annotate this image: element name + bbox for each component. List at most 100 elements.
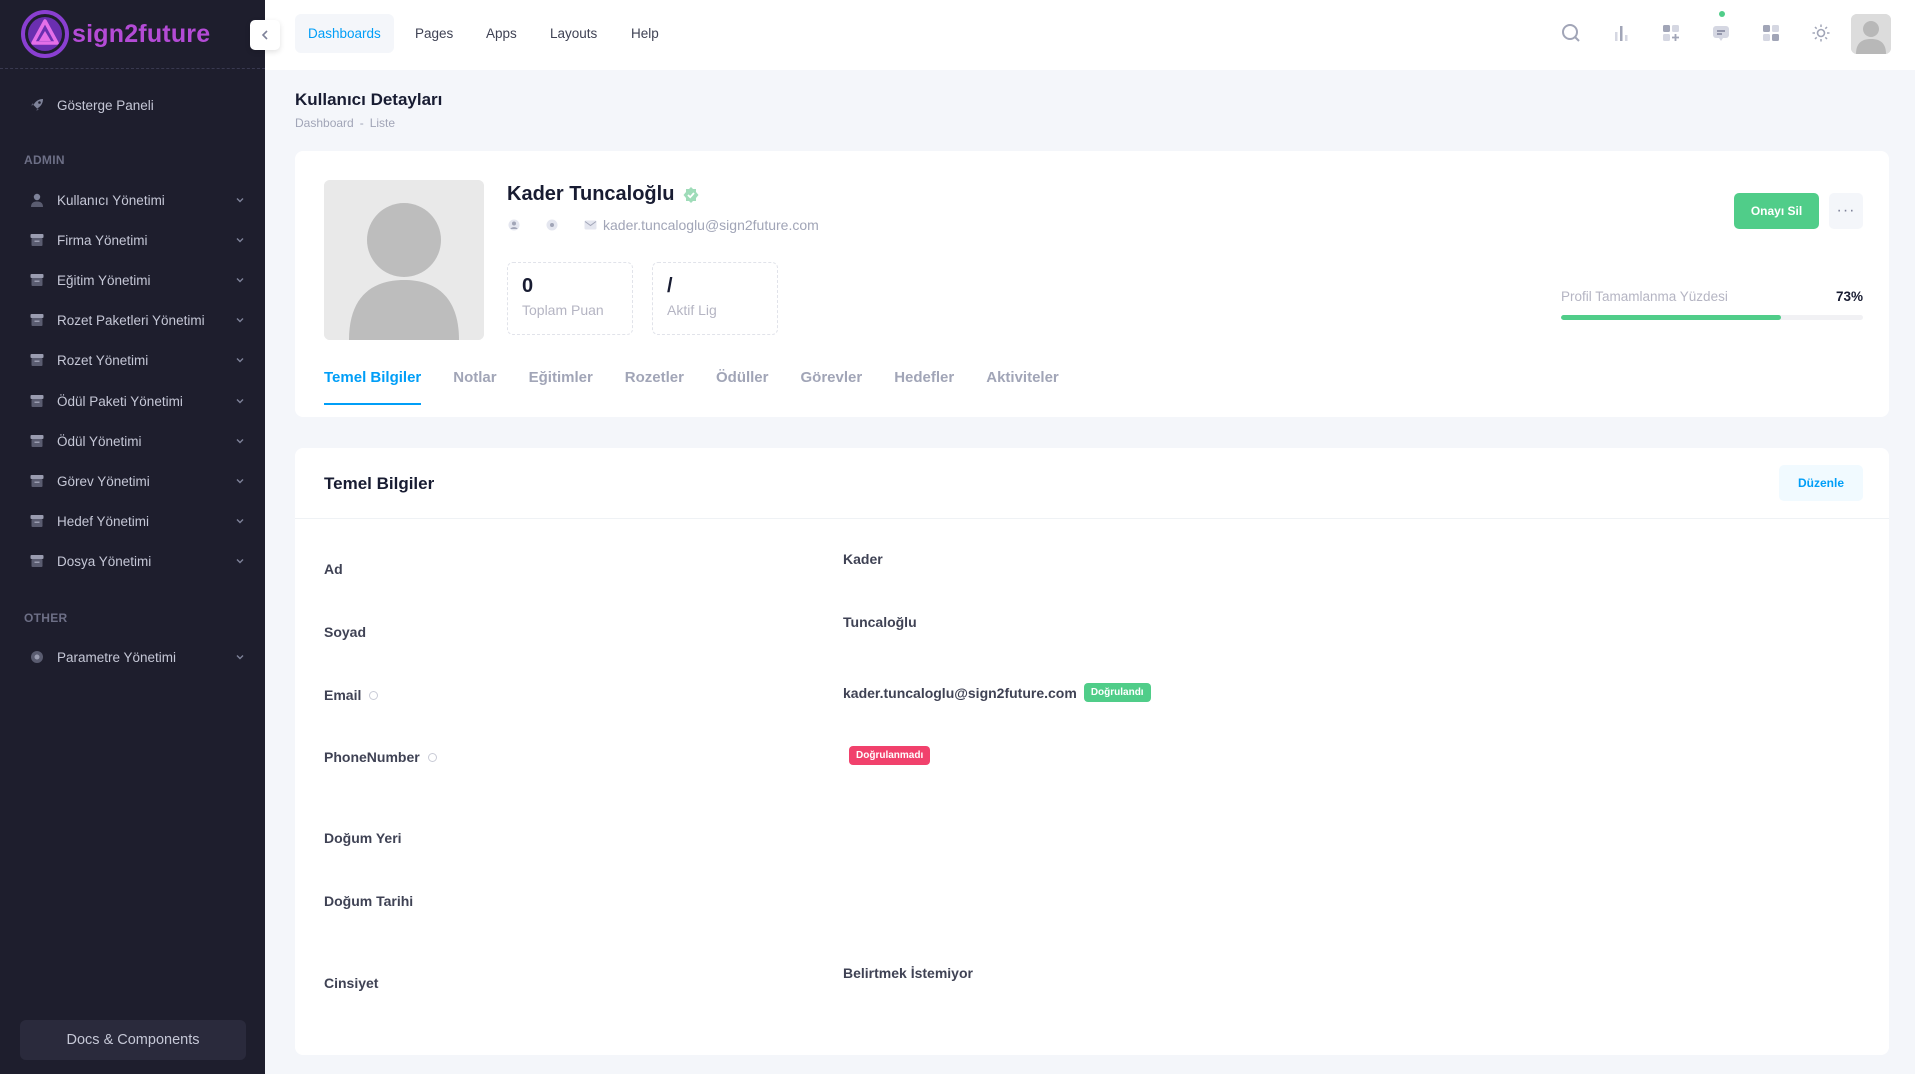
tab-3[interactable]: Rozetler — [625, 369, 684, 404]
tab-5[interactable]: Görevler — [801, 369, 863, 404]
sidebar-item-label: Eğitim Yönetimi — [57, 272, 151, 288]
user-avatar[interactable] — [1851, 14, 1891, 54]
page-title: Kullanıcı Detayları — [295, 90, 443, 109]
gear-icon — [28, 648, 46, 666]
apps-grid-icon[interactable] — [1758, 20, 1784, 46]
field-value-phone: Doğrulanmadı — [849, 746, 931, 765]
sidebar-item-label: Görev Yönetimi — [57, 473, 150, 489]
tab-1[interactable]: Notlar — [453, 369, 496, 404]
sidebar-item-6[interactable]: Ödül Paketi Yönetimi — [28, 388, 246, 414]
docs-components-button[interactable]: Docs & Components — [20, 1020, 246, 1060]
sidebar-item-label: Parametre Yönetimi — [57, 649, 177, 665]
brand-logo[interactable]: sign2future — [20, 9, 210, 59]
mail-icon — [583, 218, 597, 232]
sidebar-collapse-button[interactable] — [250, 20, 280, 50]
message-icon[interactable] — [1708, 20, 1734, 46]
stat-value: / — [667, 275, 673, 297]
sidebar-item-8[interactable]: Görev Yönetimi — [28, 468, 246, 494]
field-label-ad: Ad — [324, 561, 343, 577]
sidebar-item-3[interactable]: Eğitim Yönetimi — [28, 267, 246, 293]
breadcrumb-separator: - — [359, 116, 364, 130]
chevron-down-icon — [236, 399, 244, 404]
nav-dashboards[interactable]: Dashboards — [295, 14, 394, 53]
chart-icon[interactable] — [1608, 20, 1634, 46]
sidebar-item-9[interactable]: Hedef Yönetimi — [28, 508, 246, 534]
field-value-text: Tuncaloğlu — [843, 614, 917, 630]
verified-badge: Doğrulandı — [1083, 683, 1151, 702]
nav-apps[interactable]: Apps — [473, 14, 530, 53]
sidebar-item-7[interactable]: Ödül Yönetimi — [28, 428, 246, 454]
profile-avatar — [324, 180, 484, 340]
field-label-email: Email — [324, 687, 379, 703]
sidebar-section-other: OTHER — [24, 611, 68, 625]
sidebar-item-label: Ödül Yönetimi — [57, 433, 142, 449]
nav-layouts[interactable]: Layouts — [537, 14, 610, 53]
details-title: Temel Bilgiler — [324, 474, 435, 493]
stat-label: Toplam Puan — [522, 302, 604, 318]
remove-approval-button[interactable]: Onayı Sil — [1734, 193, 1819, 229]
add-apps-icon[interactable] — [1658, 20, 1684, 46]
tab-6[interactable]: Hedefler — [894, 369, 954, 404]
nav-pages[interactable]: Pages — [402, 14, 466, 53]
details-divider — [295, 518, 1889, 519]
sidebar-item-label: Ödül Paketi Yönetimi — [57, 393, 183, 409]
chevron-down-icon — [236, 238, 244, 243]
sidebar-item-2[interactable]: Firma Yönetimi — [28, 227, 246, 253]
folder-icon — [28, 392, 46, 410]
sidebar-item-label: Dosya Yönetimi — [57, 553, 152, 569]
profile-completion-bar — [1561, 315, 1863, 320]
chevron-down-icon — [236, 358, 244, 363]
chevron-down-icon — [236, 655, 244, 660]
field-value-text: Belirtmek İstemiyor — [843, 965, 973, 981]
field-value-gender: Belirtmek İstemiyor — [843, 965, 973, 981]
profile-name: Kader Tuncaloğlu — [507, 183, 675, 205]
folder-icon — [28, 351, 46, 369]
info-icon[interactable] — [369, 690, 379, 700]
folder-icon — [28, 472, 46, 490]
tab-2[interactable]: Eğitimler — [529, 369, 593, 404]
sun-icon[interactable] — [1808, 20, 1834, 46]
brand-logo-icon — [21, 10, 69, 58]
rocket-icon — [28, 96, 46, 114]
brand-name: sign2future — [72, 19, 211, 48]
chevron-down-icon — [236, 278, 244, 283]
user-icon — [28, 191, 46, 209]
sidebar-item-4[interactable]: Rozet Paketleri Yönetimi — [28, 307, 246, 333]
field-label-phone: PhoneNumber — [324, 749, 437, 765]
verified-badge-icon — [683, 186, 699, 203]
chevron-left-icon — [261, 30, 268, 40]
sidebar-item-5[interactable]: Rozet Yönetimi — [28, 347, 246, 373]
breadcrumb-item-dashboard[interactable]: Dashboard — [295, 116, 354, 130]
field-label-text: Soyad — [324, 624, 367, 640]
profile-meta: kader.tuncaloglu@sign2future.com — [507, 217, 819, 233]
chevron-down-icon — [236, 439, 244, 444]
field-label-soyad: Soyad — [324, 624, 366, 640]
info-icon[interactable] — [427, 752, 437, 762]
breadcrumb-item-liste: Liste — [369, 116, 396, 130]
folder-icon — [28, 552, 46, 570]
field-value-text[interactable]: kader.tuncaloglu@sign2future.com — [843, 685, 1077, 701]
field-value-soyad: Tuncaloğlu — [843, 614, 917, 630]
profile-email[interactable]: kader.tuncaloglu@sign2future.com — [603, 217, 819, 233]
nav-help[interactable]: Help — [618, 14, 672, 53]
field-value-ad: Kader — [843, 551, 883, 567]
breadcrumb: Dashboard - Liste — [295, 116, 395, 130]
sidebar-item-10[interactable]: Dosya Yönetimi — [28, 548, 246, 574]
stat-total-points: 0 Toplam Puan — [507, 262, 633, 335]
unverified-badge: Doğrulanmadı — [849, 746, 931, 765]
tab-7[interactable]: Aktiviteler — [986, 369, 1059, 404]
more-options-button[interactable]: ··· — [1829, 193, 1863, 229]
sidebar-item-1[interactable]: Kullanıcı Yönetimi — [28, 187, 246, 213]
field-label-text: Doğum Yeri — [324, 830, 402, 846]
tab-4[interactable]: Ödüller — [716, 369, 769, 404]
field-label-birthplace: Doğum Yeri — [324, 830, 402, 846]
sidebar-item-parametre[interactable]: Parametre Yönetimi — [28, 644, 246, 670]
profile-completion-label: Profil Tamamlanma Yüzdesi — [1561, 289, 1728, 304]
tab-0[interactable]: Temel Bilgiler — [324, 369, 422, 405]
sidebar-item-dashboard[interactable]: Gösterge Paneli — [28, 92, 246, 118]
search-icon[interactable] — [1558, 20, 1584, 46]
sidebar-item-label: Kullanıcı Yönetimi — [57, 192, 165, 208]
chevron-down-icon — [236, 198, 244, 203]
edit-button[interactable]: Düzenle — [1779, 465, 1863, 501]
field-label-text: Cinsiyet — [324, 975, 379, 991]
